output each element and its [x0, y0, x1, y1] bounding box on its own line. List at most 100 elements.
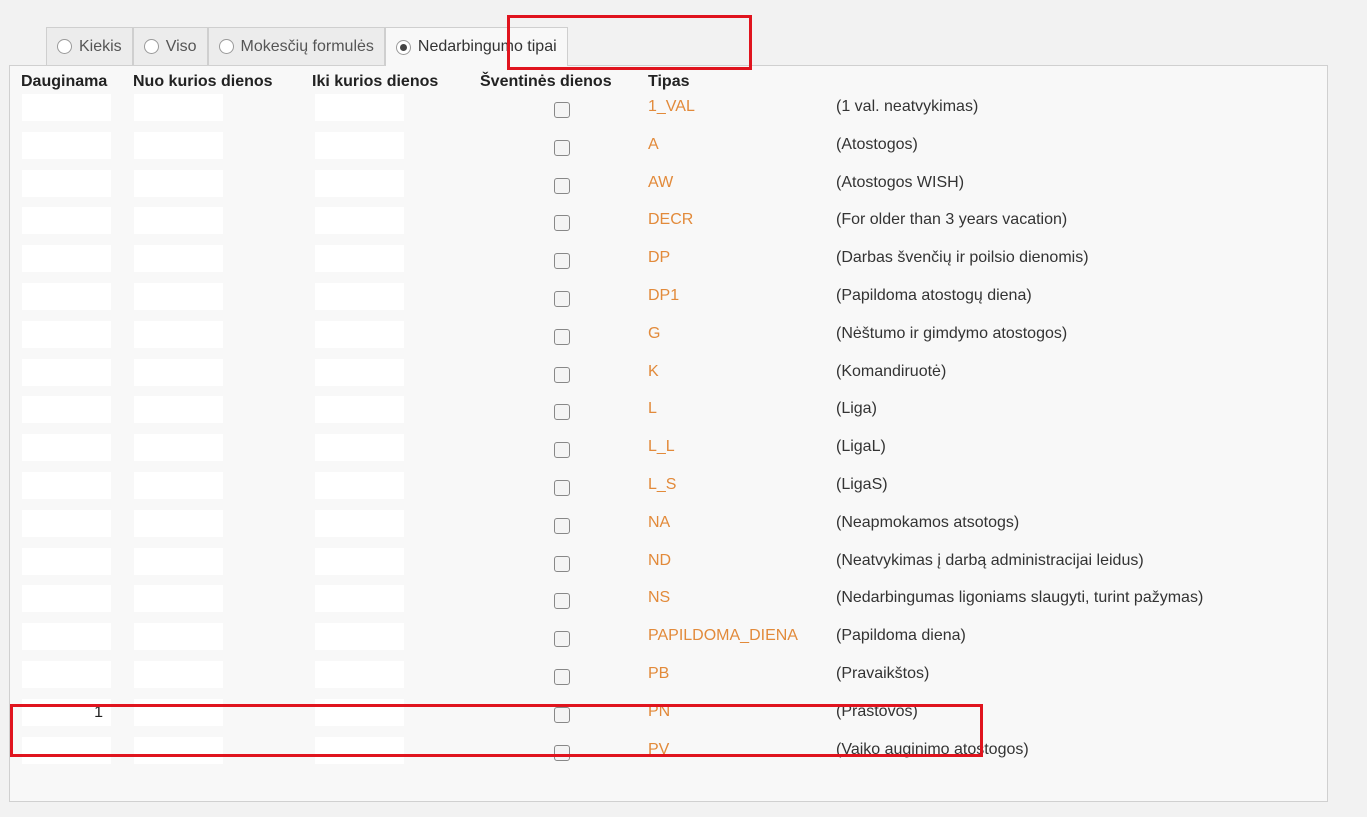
table-row: PAPILDOMA_DIENA (Papildoma diena)	[0, 623, 1367, 652]
to-day-input[interactable]	[315, 623, 404, 651]
multiply-input[interactable]	[22, 472, 111, 499]
radio-checked-icon[interactable]	[395, 39, 411, 55]
holiday-checkbox[interactable]	[554, 442, 570, 459]
from-day-input[interactable]	[134, 547, 223, 575]
holiday-checkbox[interactable]	[554, 404, 570, 421]
type-code-link[interactable]: DECR	[648, 211, 693, 229]
to-day-input[interactable]	[315, 547, 404, 575]
type-description: (LigaL)	[836, 438, 886, 456]
multiply-input[interactable]	[22, 245, 111, 273]
holiday-checkbox[interactable]	[554, 555, 570, 572]
from-day-input[interactable]	[134, 623, 223, 651]
to-day-input[interactable]	[315, 434, 404, 462]
tab-mokesciu-formules[interactable]: Mokesčių formulės	[207, 27, 385, 65]
type-description: (1 val. neatvykimas)	[836, 98, 979, 115]
column-header-to-day: Iki kurios dienos	[312, 73, 439, 90]
table-row: ND (Neatvykimas į darbą administracijai l…	[0, 547, 1367, 577]
to-day-input[interactable]	[315, 358, 404, 386]
holiday-checkbox[interactable]	[554, 480, 570, 496]
type-code-link[interactable]: NS	[648, 589, 670, 607]
type-code-link[interactable]: K	[648, 363, 659, 381]
holiday-checkbox[interactable]	[554, 215, 570, 232]
multiply-input[interactable]	[22, 623, 111, 651]
holiday-checkbox[interactable]	[554, 669, 570, 685]
type-code-link[interactable]: G	[648, 325, 660, 343]
tab-label: Viso	[165, 37, 197, 55]
holiday-checkbox[interactable]	[554, 291, 570, 307]
from-day-input[interactable]	[134, 320, 223, 348]
to-day-input[interactable]	[315, 245, 404, 273]
from-day-input[interactable]	[134, 396, 223, 424]
multiply-input[interactable]	[22, 396, 111, 424]
holiday-checkbox[interactable]	[554, 102, 570, 118]
type-code-link[interactable]: 1_VAL	[648, 98, 695, 116]
to-day-input[interactable]	[315, 169, 404, 197]
multiply-input[interactable]	[22, 358, 111, 386]
multiply-input[interactable]	[22, 94, 111, 121]
type-description: (Komandiruotė)	[836, 362, 947, 380]
column-header-holidays: Šventinės dienos	[480, 73, 612, 90]
to-day-input[interactable]	[315, 207, 404, 235]
from-day-input[interactable]	[134, 169, 223, 197]
to-day-input[interactable]	[315, 131, 404, 159]
holiday-checkbox[interactable]	[554, 631, 570, 648]
to-day-input[interactable]	[315, 320, 404, 348]
type-code-link[interactable]: L_L	[648, 438, 675, 456]
table-row: NA (Neapmokamos atsotogs)	[0, 509, 1367, 539]
from-day-input[interactable]	[134, 434, 223, 462]
from-day-input[interactable]	[134, 207, 223, 235]
radio-icon[interactable]	[57, 39, 72, 54]
from-day-input[interactable]	[134, 661, 223, 688]
radio-icon[interactable]	[218, 39, 234, 54]
type-code-link[interactable]: A	[648, 136, 659, 154]
type-description: (Nedarbingumas ligoniams slaugyti, turin…	[836, 589, 1204, 607]
tab-highlight-box	[507, 15, 752, 70]
multiply-input[interactable]	[22, 169, 111, 197]
top-cut-label	[0, 0, 1367, 6]
type-code-link[interactable]: PAPILDOMA_DIENA	[648, 627, 798, 645]
multiply-input[interactable]	[22, 434, 111, 462]
multiply-input[interactable]	[22, 320, 111, 348]
holiday-checkbox[interactable]	[554, 139, 570, 156]
type-code-link[interactable]: DP	[648, 249, 670, 267]
from-day-input[interactable]	[134, 94, 223, 121]
multiply-input[interactable]	[22, 509, 111, 537]
tab-kiekis[interactable]: Kiekis	[46, 27, 133, 65]
type-code-link[interactable]: AW	[648, 174, 673, 192]
type-code-link[interactable]: L	[648, 400, 657, 418]
holiday-checkbox[interactable]	[554, 253, 570, 270]
to-day-input[interactable]	[315, 661, 404, 688]
to-day-input[interactable]	[315, 472, 404, 499]
from-day-input[interactable]	[134, 245, 223, 273]
multiply-input[interactable]	[22, 585, 111, 613]
multiply-input[interactable]	[22, 283, 111, 310]
type-code-link[interactable]: NA	[648, 514, 670, 532]
type-code-link[interactable]: L_S	[648, 476, 676, 494]
from-day-input[interactable]	[134, 283, 223, 310]
holiday-checkbox[interactable]	[554, 593, 570, 610]
multiply-input[interactable]	[22, 547, 111, 575]
from-day-input[interactable]	[134, 585, 223, 613]
tab-label: Kiekis	[79, 37, 122, 55]
to-day-input[interactable]	[315, 283, 404, 310]
type-code-link[interactable]: ND	[648, 552, 671, 570]
multiply-input[interactable]	[22, 207, 111, 235]
holiday-checkbox[interactable]	[554, 177, 570, 194]
from-day-input[interactable]	[134, 472, 223, 499]
radio-icon[interactable]	[143, 39, 159, 54]
holiday-checkbox[interactable]	[554, 366, 570, 383]
type-code-link[interactable]: PB	[648, 665, 669, 683]
multiply-input[interactable]	[22, 131, 111, 159]
to-day-input[interactable]	[315, 396, 404, 424]
from-day-input[interactable]	[134, 358, 223, 386]
holiday-checkbox[interactable]	[554, 328, 570, 345]
to-day-input[interactable]	[315, 509, 404, 537]
multiply-input[interactable]	[22, 661, 111, 688]
tab-viso[interactable]: Viso	[132, 27, 208, 65]
holiday-checkbox[interactable]	[554, 517, 570, 534]
type-code-link[interactable]: DP1	[648, 287, 679, 305]
from-day-input[interactable]	[134, 131, 223, 159]
to-day-input[interactable]	[315, 94, 404, 121]
to-day-input[interactable]	[315, 585, 404, 613]
from-day-input[interactable]	[134, 509, 223, 537]
